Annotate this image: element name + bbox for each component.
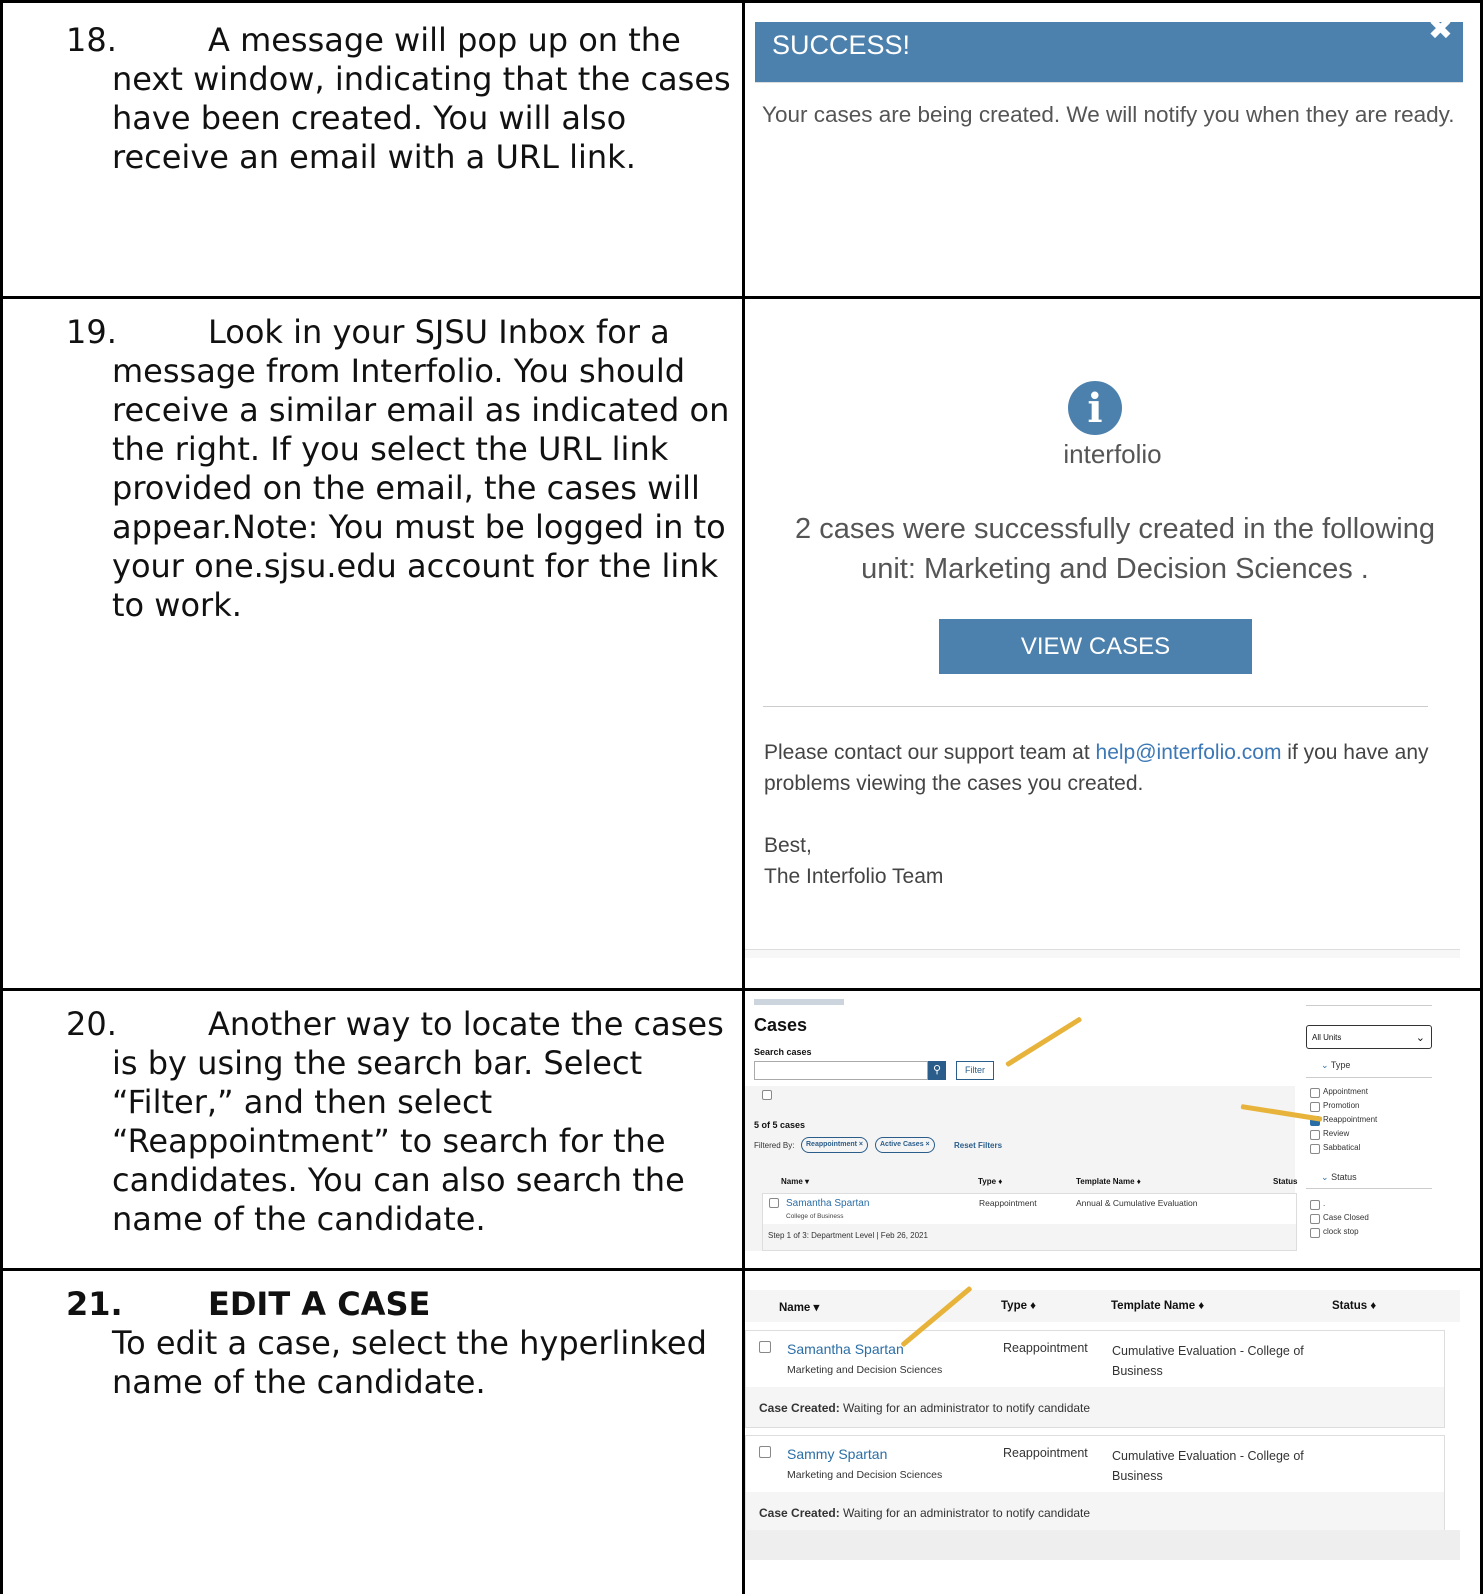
row-checkbox[interactable]: [759, 1341, 771, 1353]
step-title: EDIT A CASE: [208, 1285, 431, 1323]
breadcrumb: [754, 999, 844, 1005]
filter-pill-reappointment[interactable]: Reappointment ×: [801, 1137, 868, 1153]
case-name-link[interactable]: Sammy Spartan: [787, 1446, 887, 1462]
filter-pill-active[interactable]: Active Cases ×: [875, 1137, 935, 1153]
filter-sidebar: All Units ⌄ ⌄ Type Appointment Promotion …: [1303, 991, 1480, 1251]
success-header: SUCCESS! ✖: [755, 12, 1463, 82]
step-body: To edit a case, select the hyperlinked n…: [112, 1324, 707, 1401]
divider: [763, 706, 1428, 707]
type-option: Promotion: [1323, 1101, 1360, 1110]
status-option: Case Closed: [1323, 1213, 1369, 1222]
filter-button[interactable]: Filter: [956, 1061, 994, 1080]
table-border: [0, 0, 3, 1594]
case-type: Reappointment: [1003, 1446, 1088, 1460]
view-cases-button[interactable]: VIEW CASES: [939, 619, 1252, 674]
reset-filters-link[interactable]: Reset Filters: [954, 1141, 1002, 1150]
step-number: 20.: [66, 1005, 117, 1043]
case-template: Cumulative Evaluation - College of Busin…: [1112, 1344, 1304, 1378]
case-name-link[interactable]: Samantha Spartan: [787, 1341, 904, 1357]
chevron-down-icon: ⌄: [1321, 1060, 1329, 1070]
filtered-by-label: Filtered By:: [754, 1141, 795, 1150]
status-checkbox[interactable]: [1310, 1228, 1320, 1238]
step-first-line: Another way to locate the cases: [208, 1005, 724, 1043]
select-all-checkbox[interactable]: [762, 1090, 772, 1100]
case-card: Samantha Spartan Marketing and Decision …: [745, 1330, 1445, 1428]
case-list-screenshot: Name ▾ Type ♦ Template Name ♦ Status ♦ S…: [745, 1271, 1480, 1594]
step-body: message from Interfolio. You should rece…: [112, 352, 730, 624]
arrow-annotation: [1005, 1016, 1083, 1068]
email-screenshot: i interfolio 2 cases were successfully c…: [745, 299, 1480, 988]
type-checkbox[interactable]: [1310, 1088, 1320, 1098]
support-email-link[interactable]: help@interfolio.com: [1096, 741, 1282, 764]
column-template[interactable]: Template Name ♦: [1111, 1300, 1204, 1312]
table-header: Name ▾ Type ♦ Template Name ♦ Status ♦: [745, 1290, 1460, 1322]
case-template: Annual & Cumulative Evaluation: [1076, 1198, 1198, 1208]
step-number: 21.: [66, 1285, 123, 1323]
search-input[interactable]: [754, 1061, 928, 1080]
search-label: Search cases: [754, 1047, 812, 1057]
close-icon[interactable]: ✖: [1428, 12, 1453, 47]
type-checkbox[interactable]: [1310, 1144, 1320, 1154]
instruction-table: 18. A message will pop up on the next wi…: [0, 0, 1483, 1594]
case-type: Reappointment: [1003, 1341, 1088, 1355]
search-icon[interactable]: ⚲: [928, 1061, 946, 1080]
type-option: Reappointment: [1323, 1115, 1378, 1124]
chevron-down-icon: ⌄: [1415, 1032, 1425, 1044]
divider: [755, 82, 1463, 83]
result-count: 5 of 5 cases: [754, 1120, 806, 1130]
success-dialog-screenshot: SUCCESS! ✖ Your cases are being created.…: [745, 3, 1480, 296]
status-checkbox[interactable]: [1310, 1214, 1320, 1224]
case-unit: Marketing and Decision Sciences: [787, 1469, 943, 1481]
page-title: Cases: [754, 1015, 808, 1035]
row-checkbox[interactable]: [769, 1198, 779, 1208]
column-template[interactable]: Template Name ♦: [1076, 1177, 1141, 1186]
column-type[interactable]: Type ♦: [978, 1177, 1002, 1186]
column-type[interactable]: Type ♦: [1001, 1300, 1036, 1312]
case-unit: College of Business: [786, 1213, 844, 1220]
case-status: Case Created: Waiting for an administrat…: [746, 1387, 1444, 1427]
column-name[interactable]: Name ▾: [779, 1300, 819, 1314]
column-status[interactable]: Status ♦: [1332, 1300, 1376, 1312]
logo-text: interfolio: [1063, 439, 1162, 469]
column-status[interactable]: Status: [1273, 1177, 1297, 1186]
case-type: Reappointment: [979, 1198, 1037, 1208]
list-footer: [745, 1530, 1460, 1560]
case-status: Case Created: Waiting for an administrat…: [746, 1492, 1444, 1532]
case-name-link[interactable]: Samantha Spartan: [786, 1198, 869, 1209]
status-option: clock stop: [1323, 1227, 1359, 1236]
email-body: Please contact our support team at help@…: [764, 741, 1429, 795]
success-message: Your cases are being created. We will no…: [762, 102, 1455, 127]
unit-select[interactable]: All Units ⌄: [1306, 1025, 1432, 1049]
column-name[interactable]: Name ▾: [781, 1177, 809, 1186]
cases-search-screenshot: Cases Search cases ⚲ Filter 5 of 5 cases…: [745, 991, 1480, 1268]
table-row: Samantha Spartan College of Business Rea…: [762, 1193, 1297, 1251]
case-card: Sammy Spartan Marketing and Decision Sci…: [745, 1435, 1445, 1533]
case-template: Cumulative Evaluation - College of Busin…: [1112, 1449, 1304, 1483]
step-body: is by using the search bar. Select “Filt…: [112, 1044, 685, 1238]
type-checkbox[interactable]: [1310, 1102, 1320, 1112]
case-unit: Marketing and Decision Sciences: [787, 1364, 943, 1376]
step-number: 19.: [66, 313, 117, 351]
type-option: Sabbatical: [1323, 1143, 1361, 1152]
step-body: next window, indicating that the cases h…: [112, 60, 731, 176]
success-title: SUCCESS!: [772, 30, 911, 60]
type-checkbox[interactable]: [1310, 1130, 1320, 1140]
case-step: Step 1 of 3: Department Level | Feb 26, …: [768, 1231, 928, 1240]
step-number: 18.: [66, 21, 117, 59]
email-signature: Best, The Interfolio Team: [764, 834, 944, 888]
status-checkbox[interactable]: [1310, 1200, 1320, 1210]
type-option: Appointment: [1323, 1087, 1368, 1096]
type-option: Review: [1323, 1129, 1350, 1138]
type-heading[interactable]: ⌄ Type: [1321, 1060, 1350, 1071]
step-first-line: A message will pop up on the: [208, 21, 681, 59]
row-checkbox[interactable]: [759, 1446, 771, 1458]
interfolio-logo-icon: i: [1068, 381, 1122, 435]
status-heading[interactable]: ⌄ Status: [1321, 1172, 1357, 1183]
logo-letter: i: [1087, 385, 1103, 432]
email-headline: 2 cases were successfully created in the…: [795, 513, 1435, 585]
email-footer: [745, 949, 1460, 958]
chevron-down-icon: ⌄: [1321, 1172, 1329, 1182]
status-option: .: [1323, 1199, 1326, 1208]
step-first-line: Look in your SJSU Inbox for a: [208, 313, 670, 351]
